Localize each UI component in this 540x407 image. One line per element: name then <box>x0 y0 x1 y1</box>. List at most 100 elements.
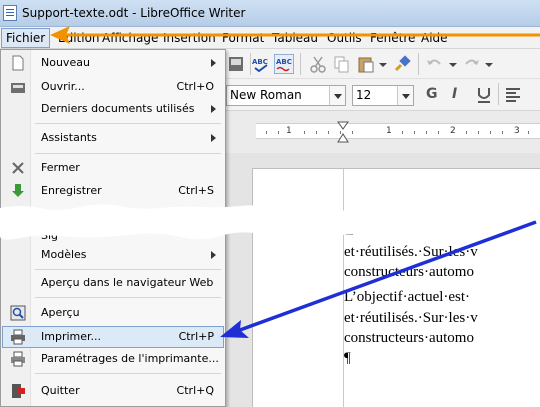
menu-fichier[interactable]: Fichier <box>1 28 51 48</box>
menu-separator <box>35 269 221 270</box>
menu-item-apercu[interactable]: Aperçu <box>2 302 224 324</box>
menu-item-derniers-documents[interactable]: Derniers documents utilisés <box>2 98 224 120</box>
ruler-number: 3 <box>514 126 520 136</box>
ruler-tick <box>466 131 467 134</box>
window-title: Support-texte.odt - LibreOffice Writer <box>22 6 246 20</box>
writer-document-icon <box>3 5 17 21</box>
menu-item-label: Modèles <box>41 248 87 261</box>
save-icon <box>10 183 26 199</box>
menu-aide[interactable]: Aide <box>421 31 448 45</box>
submenu-arrow-icon <box>211 105 216 113</box>
spellcheck-icon[interactable]: ABC <box>251 54 271 74</box>
ruler-tick <box>528 131 529 134</box>
submenu-arrow-icon <box>211 59 216 67</box>
menu-item-label: Nouveau <box>41 56 90 69</box>
menu-insertion[interactable]: Insertion <box>163 31 216 45</box>
clone-formatting-icon[interactable] <box>392 54 412 74</box>
standard-toolbar: ABC ABC <box>226 49 540 79</box>
menu-item-parametrages-imprimante[interactable]: Paramétrages de l'imprimante... <box>2 348 224 370</box>
font-name-value: New Roman <box>230 88 302 102</box>
ruler-tick <box>316 131 317 134</box>
menu-item-label: Fermer <box>41 161 80 174</box>
menu-format[interactable]: Format <box>222 31 264 45</box>
document-line: L’objectif·actuel·est· <box>344 289 471 305</box>
torn-paper-band <box>0 203 540 240</box>
copy-icon[interactable] <box>332 54 352 74</box>
autospellcheck-icon[interactable]: ABC <box>274 54 294 74</box>
indent-marker-icon[interactable] <box>336 121 350 143</box>
undo-icon[interactable] <box>424 54 444 74</box>
menu-item-apercu-navigateur[interactable]: Aperçu dans le navigateur Web <box>2 272 224 294</box>
undo-dropdown-icon[interactable] <box>448 54 458 74</box>
paste-icon[interactable] <box>356 54 376 74</box>
title-bar: Support-texte.odt - LibreOffice Writer <box>0 0 540 27</box>
document-line: et·réutilisés.·Sur·les·v <box>344 310 478 326</box>
menu-separator <box>35 373 221 374</box>
print-preview-icon <box>10 305 26 321</box>
menu-item-nouveau[interactable]: Nouveau <box>2 52 224 74</box>
menu-outils[interactable]: Outils <box>327 31 362 45</box>
chevron-down-icon[interactable] <box>397 86 413 105</box>
menu-edition[interactable]: Édition <box>58 31 100 45</box>
menu-tableau[interactable]: Tableau <box>272 31 318 45</box>
font-name-box[interactable]: New Roman <box>226 85 346 106</box>
italic-button[interactable]: I <box>452 86 457 102</box>
ruler-tick <box>304 131 305 134</box>
menu-fenetre[interactable]: Fenêtre <box>370 31 415 45</box>
ruler-tick <box>278 131 279 134</box>
document-line: constructeurs·automo <box>344 330 474 346</box>
horizontal-ruler[interactable]: 1 1 2 3 <box>226 111 540 153</box>
ruler-tick <box>478 131 479 134</box>
menu-item-shortcut: Ctrl+O <box>176 80 214 93</box>
font-size-box[interactable]: 12 <box>352 85 414 106</box>
chevron-down-icon[interactable] <box>329 86 345 105</box>
menu-item-imprimer[interactable]: Imprimer... Ctrl+P <box>2 326 224 348</box>
ruler-tick <box>352 131 353 134</box>
redo-icon[interactable] <box>462 54 482 74</box>
menu-item-label: Quitter <box>41 384 80 397</box>
menu-item-label: Ouvrir... <box>41 80 85 93</box>
menu-bar: Fichier Édition Affichage Insertion Form… <box>0 27 540 49</box>
align-left-icon[interactable] <box>504 86 522 108</box>
menu-separator <box>35 297 221 298</box>
menu-item-assistants[interactable]: Assistants <box>2 127 224 149</box>
ruler-number: 1 <box>286 126 292 136</box>
formatting-toolbar: New Roman 12 G I <box>226 79 540 111</box>
menu-item-label: Enregistrer <box>41 184 102 197</box>
menu-item-fermer[interactable]: Fermer <box>2 157 224 179</box>
ruler-tick <box>502 131 503 134</box>
redo-dropdown-icon[interactable] <box>484 54 494 74</box>
menu-item-quitter[interactable]: Quitter Ctrl+Q <box>2 380 224 402</box>
ruler-tick <box>402 131 403 134</box>
menu-item-label: Imprimer... <box>41 330 102 343</box>
menu-item-label: Aperçu dans le navigateur Web <box>41 276 214 289</box>
underline-button[interactable] <box>476 86 492 108</box>
svg-text:ABC: ABC <box>252 58 268 66</box>
ruler-tick <box>426 131 427 134</box>
exit-icon <box>10 383 26 399</box>
menu-separator <box>35 153 221 154</box>
ruler-tick <box>266 131 267 134</box>
menu-item-label: Paramétrages de l'imprimante... <box>41 352 219 365</box>
paste-dropdown-icon[interactable] <box>378 54 388 74</box>
menu-item-ouvrir[interactable]: Ouvrir... Ctrl+O <box>2 76 224 98</box>
ruler-strip: 1 1 2 3 <box>256 123 540 139</box>
paragraph-mark: ¶ <box>344 350 351 366</box>
svg-text:ABC: ABC <box>276 58 292 66</box>
close-icon <box>10 160 26 176</box>
new-document-icon <box>10 55 26 71</box>
font-size-value: 12 <box>356 88 372 102</box>
ruler-number: 2 <box>450 126 456 136</box>
cut-icon[interactable] <box>308 54 328 74</box>
ruler-tick <box>414 131 415 134</box>
ruler-tick <box>490 131 491 134</box>
menu-item-label: Aperçu <box>41 306 80 319</box>
menu-item-shortcut: Ctrl+P <box>178 330 214 343</box>
toolbar-separator <box>300 53 301 75</box>
menu-item-shortcut: Ctrl+S <box>178 184 214 197</box>
ruler-tick <box>438 131 439 134</box>
ruler-number: 1 <box>386 126 392 136</box>
export-pdf-button[interactable] <box>226 54 246 74</box>
menu-affichage[interactable]: Affichage <box>102 31 158 45</box>
bold-button[interactable]: G <box>426 86 438 102</box>
